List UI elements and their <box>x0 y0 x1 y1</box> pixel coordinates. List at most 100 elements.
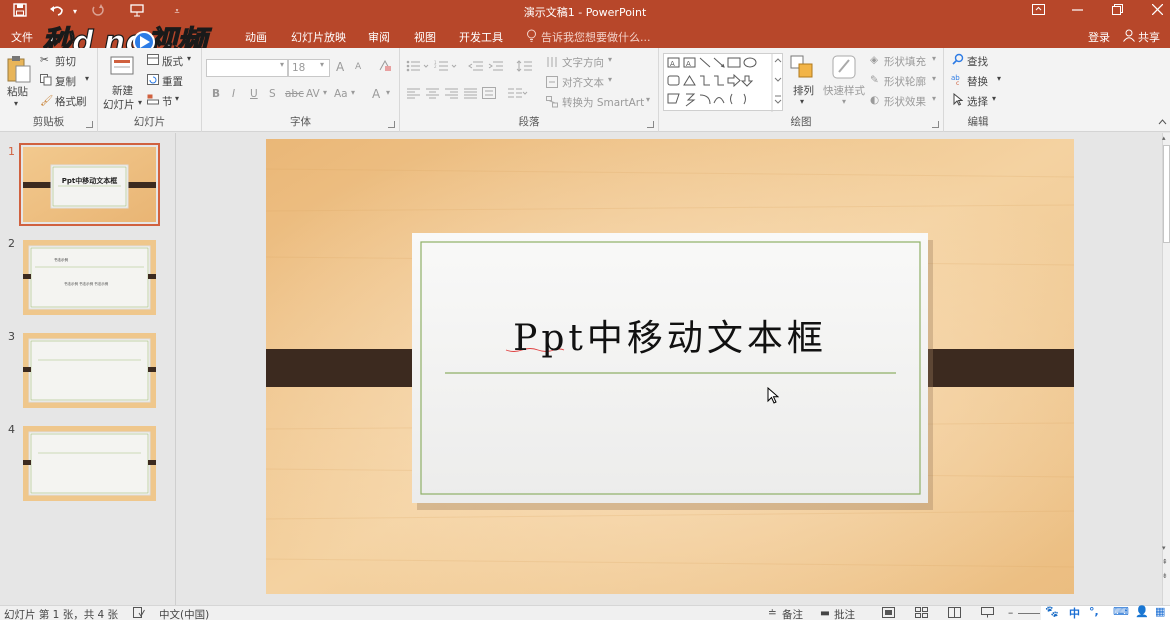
align-text-dropdown-icon[interactable]: ▾ <box>608 75 612 84</box>
character-spacing-dropdown-icon[interactable]: ▾ <box>323 88 327 97</box>
slide-title[interactable]: Ppt中移动文本框 <box>412 309 928 361</box>
reading-view-icon[interactable] <box>948 607 961 620</box>
arrange-icon[interactable] <box>790 55 814 82</box>
comments-icon[interactable]: ▬ <box>820 607 830 619</box>
ime-user-icon[interactable]: 👤 <box>1135 605 1149 618</box>
layout-dropdown-icon[interactable]: ▾ <box>187 54 191 63</box>
align-center-icon[interactable] <box>426 88 439 102</box>
close-icon[interactable] <box>1144 2 1170 22</box>
section-button[interactable]: 节 <box>162 94 173 109</box>
font-color-dropdown-icon[interactable]: ▾ <box>386 88 390 97</box>
copy-icon[interactable] <box>40 74 52 89</box>
select-dropdown-icon[interactable]: ▾ <box>992 94 996 103</box>
numbering-icon[interactable]: 12 <box>434 60 458 75</box>
shape-effects-button[interactable]: 形状效果 <box>884 94 926 109</box>
change-case-dropdown-icon[interactable]: ▾ <box>351 88 355 97</box>
previous-slide-icon[interactable]: ⇞ <box>1162 558 1168 566</box>
clipboard-launcher-icon[interactable] <box>86 121 93 128</box>
quick-styles-icon[interactable] <box>831 54 857 83</box>
quick-styles-dropdown-icon[interactable]: ▾ <box>842 97 846 106</box>
align-text-button[interactable]: 对齐文本 <box>562 75 604 90</box>
decrease-indent-icon[interactable] <box>468 60 484 75</box>
current-slide[interactable]: Ppt中移动文本框 <box>266 139 1074 594</box>
new-slide-label-2[interactable]: 幻灯片 <box>103 97 135 112</box>
section-dropdown-icon[interactable]: ▾ <box>175 94 179 103</box>
quick-styles-button[interactable]: 快速样式 <box>823 83 865 98</box>
shape-fill-button[interactable]: 形状填充 <box>884 54 926 69</box>
collapse-ribbon-icon[interactable] <box>1158 116 1167 128</box>
copy-dropdown-icon[interactable]: ▾ <box>85 74 89 83</box>
vertical-scrollbar[interactable]: ▴ ▾ ⇞ ⇟ <box>1162 133 1170 605</box>
section-icon[interactable] <box>147 94 159 108</box>
arrange-button[interactable]: 排列 <box>793 83 814 98</box>
login-link[interactable]: 登录 <box>1088 29 1110 45</box>
slideshow-view-icon[interactable] <box>981 607 994 620</box>
restore-icon[interactable] <box>1104 2 1130 22</box>
convert-smartart-button[interactable]: 转换为 SmartArt <box>562 95 644 110</box>
slide-sorter-icon[interactable] <box>915 607 928 620</box>
align-left-icon[interactable] <box>407 88 420 102</box>
tell-me-search[interactable]: 告诉我您想要做什么... <box>541 29 651 45</box>
drawing-launcher-icon[interactable] <box>932 121 939 128</box>
shapes-gallery[interactable]: A A <box>663 53 783 112</box>
select-button[interactable]: 选择 <box>967 94 988 109</box>
next-slide-icon[interactable]: ⇟ <box>1162 572 1168 580</box>
underline-button[interactable]: U <box>250 88 258 100</box>
select-icon[interactable] <box>953 92 964 109</box>
scrollbar-thumb[interactable] <box>1163 145 1170 243</box>
columns-icon[interactable] <box>508 88 528 102</box>
zoom-out-icon[interactable]: – <box>1008 607 1013 619</box>
scroll-up-icon[interactable]: ▴ <box>1162 134 1166 142</box>
text-direction-icon[interactable] <box>546 56 558 71</box>
new-slide-icon[interactable] <box>110 54 136 83</box>
notes-icon[interactable]: ≐ <box>768 607 777 619</box>
tab-file[interactable]: 文件 <box>11 29 33 45</box>
font-name-input[interactable] <box>206 59 288 77</box>
font-name-dropdown-icon[interactable]: ▾ <box>280 60 284 69</box>
ime-punctuation-icon[interactable]: °, <box>1089 605 1099 618</box>
layout-button[interactable]: 版式 <box>162 54 183 69</box>
slide-thumbnail-2[interactable]: 书法示例 书法示例 书法示例 书法示例 <box>23 240 156 315</box>
spell-check-icon[interactable] <box>133 607 145 620</box>
tab-review[interactable]: 审阅 <box>368 29 390 45</box>
ime-paw-icon[interactable]: 🐾 <box>1045 605 1059 618</box>
format-painter-icon[interactable]: 🖌 <box>40 94 53 107</box>
reset-icon[interactable] <box>147 74 159 88</box>
shape-effects-icon[interactable]: ◐ <box>870 94 879 106</box>
font-size-dropdown-icon[interactable]: ▾ <box>320 60 324 69</box>
italic-button[interactable]: I <box>232 88 235 100</box>
tab-animations[interactable]: 动画 <box>245 29 267 45</box>
smartart-dropdown-icon[interactable]: ▾ <box>646 95 650 104</box>
reset-button[interactable]: 重置 <box>162 74 183 89</box>
shadow-button[interactable]: S <box>269 88 276 100</box>
font-launcher-icon[interactable] <box>388 121 395 128</box>
new-slide-label-1[interactable]: 新建 <box>112 83 133 98</box>
text-direction-button[interactable]: 文字方向 <box>562 55 604 70</box>
text-direction-dropdown-icon[interactable]: ▾ <box>608 55 612 64</box>
format-painter-button[interactable]: 格式刷 <box>55 94 87 109</box>
shrink-font-button[interactable]: A <box>355 62 361 72</box>
language-status[interactable]: 中文(中国) <box>159 607 209 620</box>
shape-outline-dropdown-icon[interactable]: ▾ <box>932 74 936 83</box>
justify-icon[interactable] <box>464 88 477 102</box>
smartart-icon[interactable] <box>546 96 558 111</box>
paste-dropdown-icon[interactable]: ▾ <box>14 99 18 108</box>
arrange-dropdown-icon[interactable]: ▾ <box>800 97 804 106</box>
ime-grid-icon[interactable]: ▦ <box>1155 605 1165 618</box>
paste-icon[interactable] <box>6 54 32 87</box>
comments-button[interactable]: 批注 <box>834 607 855 620</box>
slide-thumbnail-1[interactable]: Ppt中移动文本框 <box>19 143 160 226</box>
font-color-button[interactable]: A <box>372 87 380 101</box>
normal-view-icon[interactable] <box>882 607 895 620</box>
find-icon[interactable] <box>952 53 964 68</box>
tab-developer[interactable]: 开发工具 <box>459 29 503 45</box>
ime-keyboard-icon[interactable]: ⌨ <box>1113 605 1129 618</box>
share-button[interactable]: 共享 <box>1138 29 1160 45</box>
notes-button[interactable]: 备注 <box>782 607 803 620</box>
bold-button[interactable]: B <box>212 88 220 100</box>
line-spacing-icon[interactable] <box>516 60 538 75</box>
replace-dropdown-icon[interactable]: ▾ <box>997 74 1001 83</box>
minimize-icon[interactable] <box>1064 2 1090 22</box>
find-button[interactable]: 查找 <box>967 54 988 69</box>
replace-icon[interactable]: ab c <box>951 73 965 88</box>
